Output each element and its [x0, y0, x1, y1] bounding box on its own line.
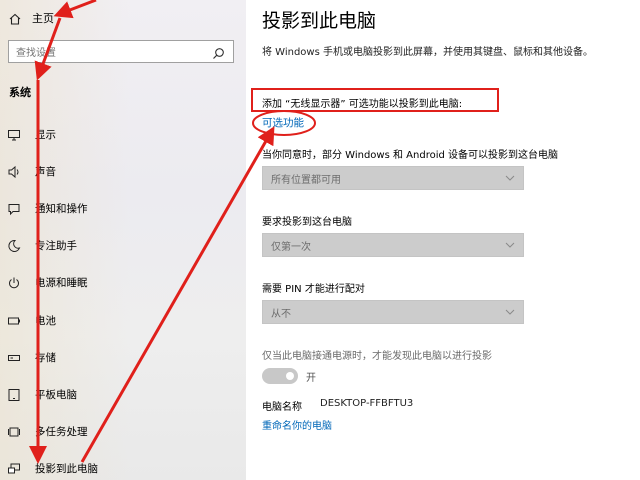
- search-input[interactable]: [9, 43, 199, 64]
- pin-dropdown[interactable]: 从不: [262, 300, 524, 324]
- sidebar-item-label: 平板电脑: [35, 388, 77, 401]
- sidebar-item-label: 存储: [35, 351, 56, 364]
- sidebar-item-notifications[interactable]: 通知和操作: [7, 198, 243, 218]
- chevron-down-icon: [505, 240, 515, 251]
- sidebar-item-display[interactable]: 显示: [7, 124, 243, 144]
- power-toggle-state: 开: [306, 372, 316, 384]
- rename-pc-link[interactable]: 重命名你的电脑: [262, 417, 332, 432]
- power-icon: [7, 275, 21, 289]
- toggle-knob: [286, 372, 294, 380]
- sidebar-item-storage[interactable]: 存储: [7, 347, 243, 367]
- consent-label: 当你同意时，部分 Windows 和 Android 设备可以投影到这台电脑: [262, 150, 559, 161]
- sidebar-item-multitasking[interactable]: 多任务处理: [7, 421, 243, 441]
- ask-dropdown-value: 仅第一次: [271, 241, 311, 253]
- page-description: 将 Windows 手机或电脑投影到此屏幕，并使用其键盘、鼠标和其他设备。: [262, 47, 593, 58]
- sidebar-item-sound[interactable]: 声音: [7, 161, 243, 181]
- pc-name-value: DESKTOP-FFBFTU3: [320, 398, 414, 409]
- sidebar-item-label: 专注助手: [35, 239, 77, 252]
- sidebar-item-battery[interactable]: 电池: [7, 310, 243, 330]
- chevron-down-icon: [505, 173, 515, 184]
- pc-name-row: 电脑名称 DESKTOP-FFBFTU3: [262, 398, 413, 413]
- chevron-down-icon: [505, 307, 515, 318]
- settings-sidebar: 主页 系统 显示 声音 通知和操作 专注助手 电源和睡眠: [0, 0, 246, 480]
- page-title: 投影到此电脑: [262, 10, 377, 32]
- sidebar-item-project-to-pc[interactable]: 投影到此电脑: [7, 458, 243, 478]
- sidebar-item-power-sleep[interactable]: 电源和睡眠: [7, 272, 243, 292]
- ask-dropdown[interactable]: 仅第一次: [262, 233, 524, 257]
- sidebar-item-label: 多任务处理: [35, 425, 88, 438]
- pin-dropdown-value: 从不: [271, 308, 291, 320]
- settings-search-box[interactable]: [8, 40, 234, 64]
- battery-icon: [7, 313, 21, 327]
- settings-main-pane: 投影到此电脑 将 Windows 手机或电脑投影到此屏幕，并使用其键盘、鼠标和其…: [246, 0, 640, 480]
- sidebar-item-label: 电源和睡眠: [35, 276, 88, 289]
- moon-icon: [7, 238, 21, 252]
- sidebar-home[interactable]: 主页: [8, 9, 54, 27]
- tablet-icon: [7, 387, 21, 401]
- pc-name-label: 电脑名称: [262, 402, 302, 413]
- home-icon: [8, 11, 22, 25]
- add-feature-text: 添加 “无线显示器” 可选功能以投影到此电脑:: [262, 99, 463, 110]
- storage-icon: [7, 350, 21, 364]
- sidebar-item-label: 电池: [35, 314, 56, 327]
- sidebar-item-label: 投影到此电脑: [35, 462, 98, 475]
- power-toggle[interactable]: [262, 368, 298, 384]
- message-icon: [7, 201, 21, 216]
- search-icon[interactable]: [212, 45, 226, 59]
- monitor-icon: [7, 127, 21, 141]
- speaker-icon: [7, 164, 21, 179]
- section-title-system: 系统: [9, 86, 31, 99]
- sidebar-item-label: 声音: [35, 165, 56, 178]
- sidebar-item-focus-assist[interactable]: 专注助手: [7, 235, 243, 255]
- ask-label: 要求投影到这台电脑: [262, 217, 352, 228]
- consent-dropdown[interactable]: 所有位置都可用: [262, 166, 524, 190]
- power-label: 仅当此电脑接通电源时，才能发现此电脑以进行投影: [262, 351, 492, 362]
- optional-features-link[interactable]: 可选功能: [262, 115, 304, 130]
- sidebar-item-tablet[interactable]: 平板电脑: [7, 384, 243, 404]
- project-icon: [7, 461, 21, 475]
- sidebar-item-label: 通知和操作: [35, 202, 88, 215]
- power-toggle-row: 开: [262, 368, 316, 384]
- sidebar-item-label: 显示: [35, 128, 56, 141]
- consent-dropdown-value: 所有位置都可用: [271, 174, 341, 186]
- home-label: 主页: [32, 12, 54, 25]
- pin-label: 需要 PIN 才能进行配对: [262, 284, 365, 295]
- multitask-icon: [7, 424, 21, 438]
